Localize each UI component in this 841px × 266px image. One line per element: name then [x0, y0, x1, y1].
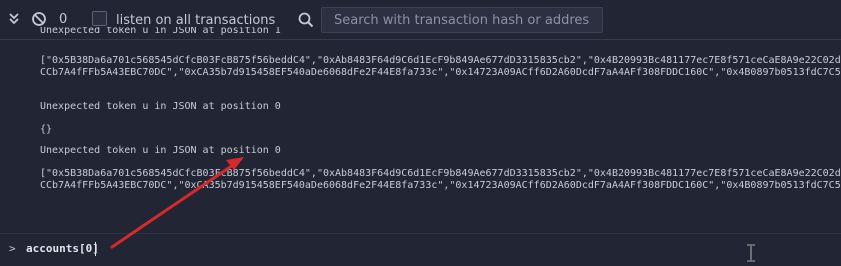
log-line: Unexpected token u in JSON at position 0 — [40, 101, 281, 112]
text-caret — [95, 242, 96, 256]
listen-checkbox[interactable] — [92, 11, 107, 26]
text-ibeam-cursor-icon — [745, 244, 757, 262]
prompt-caret-icon: > — [9, 242, 16, 255]
pending-transaction-count: 0 — [59, 12, 68, 27]
log-line: Unexpected token u in JSON at position 0 — [40, 145, 281, 156]
collapse-icon[interactable] — [5, 10, 23, 28]
log-line: Unexpected token u in JSON at position 1 — [40, 27, 281, 36]
log-line: {} — [40, 124, 53, 135]
terminal-input[interactable]: accounts[0] — [26, 242, 99, 255]
listen-checkbox-label[interactable]: listen on all transactions — [116, 13, 275, 28]
terminal-log: Unexpected token u in JSON at position 1… — [0, 27, 841, 232]
log-line: ["0x5B38Da6a701c568545dCfcB03FcB875f56be… — [40, 168, 841, 191]
terminal-prompt[interactable]: > accounts[0] — [0, 233, 841, 265]
log-line: ["0x5B38Da6a701c568545dCfcB03FcB875f56be… — [40, 55, 841, 78]
clear-icon[interactable] — [30, 10, 48, 28]
